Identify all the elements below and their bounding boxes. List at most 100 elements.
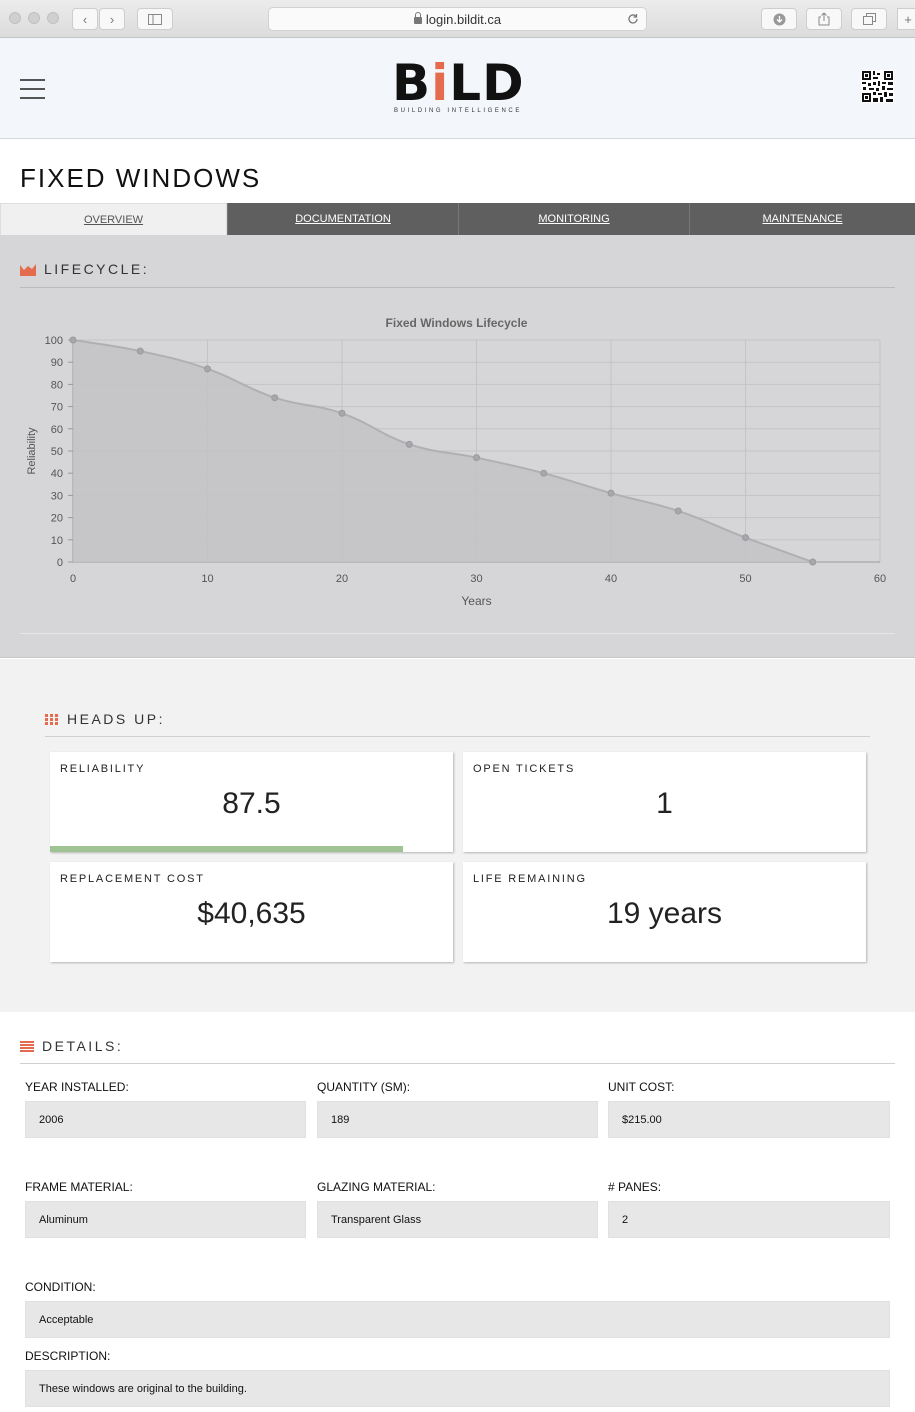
y-tick-label: 70 — [51, 402, 63, 414]
field-label: DESCRIPTION: — [25, 1349, 111, 1363]
y-axis-label: Reliability — [26, 427, 38, 475]
x-tick-label: 0 — [70, 573, 76, 585]
heads-up-heading: HEADS UP: — [45, 711, 165, 727]
page-title: FIXED WINDOWS — [20, 163, 262, 193]
reliability-progress-bar — [50, 846, 403, 852]
back-button[interactable]: ‹ — [72, 8, 98, 30]
y-tick-label: 90 — [51, 357, 63, 369]
menu-button[interactable] — [20, 79, 45, 99]
tab-monitoring[interactable]: MONITORING — [458, 203, 689, 235]
data-point — [338, 409, 346, 417]
logo-subtitle: BUILDING INTELLIGENCE — [394, 108, 522, 114]
frame-material-field[interactable]: Aluminum — [25, 1201, 306, 1238]
hamburger-icon-bar — [20, 88, 45, 90]
field-label: YEAR INSTALLED: — [25, 1080, 129, 1094]
card-label: LIFE REMAINING — [473, 873, 587, 885]
hamburger-icon-bar — [20, 97, 45, 99]
field-label: GLAZING MATERIAL: — [317, 1180, 436, 1194]
life-remaining-card[interactable]: LIFE REMAINING 19 years — [463, 862, 866, 962]
year-installed-field[interactable]: 2006 — [25, 1101, 306, 1138]
y-tick-label: 50 — [51, 446, 63, 458]
tab-maintenance[interactable]: MAINTENANCE — [689, 203, 915, 235]
tab-documentation[interactable]: DOCUMENTATION — [227, 203, 458, 235]
plus-icon: + — [904, 11, 912, 27]
y-tick-label: 20 — [51, 513, 63, 525]
card-value: 19 years — [606, 897, 723, 930]
reload-icon[interactable] — [627, 13, 639, 25]
quantity-field[interactable]: 189 — [317, 1101, 598, 1138]
details-heading-text: DETAILS: — [42, 1038, 124, 1054]
divider — [20, 1063, 895, 1064]
data-point — [271, 394, 279, 402]
y-tick-label: 100 — [45, 335, 63, 347]
details-section: DETAILS: YEAR INSTALLED: 2006 QUANTITY (… — [0, 1012, 915, 1412]
data-point — [136, 347, 144, 355]
lock-icon — [413, 12, 422, 24]
x-tick-label: 10 — [201, 573, 213, 585]
hamburger-icon — [20, 79, 45, 81]
unit-cost-field[interactable]: $215.00 — [608, 1101, 890, 1138]
download-icon — [773, 13, 785, 25]
field-label: QUANTITY (SM): — [317, 1080, 411, 1094]
glazing-material-field[interactable]: Transparent Glass — [317, 1201, 598, 1238]
x-tick-label: 60 — [874, 573, 886, 585]
logo-letter-accent: i — [431, 54, 450, 112]
x-tick-label: 30 — [470, 573, 482, 585]
minimize-window-dot[interactable] — [28, 12, 40, 24]
heads-up-section: HEADS UP: RELIABILITY 87.5 OPEN TICKETS … — [0, 659, 915, 1012]
reliability-card[interactable]: RELIABILITY 87.5 — [50, 752, 453, 852]
panes-field[interactable]: 2 — [608, 1201, 890, 1238]
share-icon — [818, 12, 830, 26]
divider — [20, 633, 895, 634]
field-label: CONDITION: — [25, 1280, 96, 1294]
logo[interactable]: BiLD BUILDING INTELLIGENCE — [392, 58, 524, 118]
tab-bar: OVERVIEW DOCUMENTATION MONITORING MAINTE… — [0, 203, 915, 235]
condition-field[interactable]: Acceptable — [25, 1301, 890, 1338]
browser-toolbar: ‹ › login.bildit.ca + — [0, 0, 915, 38]
x-axis-label: Years — [461, 594, 491, 608]
address-bar[interactable]: login.bildit.ca — [268, 7, 647, 31]
share-button[interactable] — [806, 8, 842, 30]
logo-letter: B — [392, 54, 432, 112]
site-header: BiLD BUILDING INTELLIGENCE — [0, 38, 915, 139]
field-label: FRAME MATERIAL: — [25, 1180, 133, 1194]
card-value: $40,635 — [197, 897, 306, 930]
data-point — [809, 558, 817, 566]
tabs-overview-button[interactable] — [851, 8, 887, 30]
sidebar-button[interactable] — [137, 8, 173, 30]
x-tick-label: 50 — [739, 573, 751, 585]
open-tickets-card[interactable]: OPEN TICKETS 1 — [463, 752, 866, 852]
close-window-dot[interactable] — [9, 12, 21, 24]
details-heading: DETAILS: — [20, 1038, 123, 1054]
url-text: login.bildit.ca — [425, 12, 502, 27]
qr-code-icon[interactable] — [861, 70, 894, 103]
y-tick-label: 30 — [51, 490, 63, 502]
card-label: RELIABILITY — [60, 763, 146, 775]
y-tick-label: 10 — [51, 535, 63, 547]
y-tick-label: 40 — [51, 468, 63, 480]
data-point — [473, 454, 480, 462]
replacement-cost-card[interactable]: REPLACEMENT COST $40,635 — [50, 862, 453, 962]
chevron-right-icon: › — [109, 11, 115, 27]
zoom-window-dot[interactable] — [47, 12, 59, 24]
data-point — [69, 336, 77, 344]
y-tick-label: 80 — [51, 379, 63, 391]
tab-overview[interactable]: OVERVIEW — [0, 203, 227, 235]
description-field[interactable]: These windows are original to the buildi… — [25, 1370, 890, 1407]
grid-icon — [45, 713, 58, 725]
card-value: 87.5 — [222, 787, 281, 820]
field-label: # PANES: — [608, 1180, 662, 1194]
card-value: 1 — [656, 787, 673, 820]
data-point — [607, 489, 615, 497]
downloads-button[interactable] — [761, 8, 797, 30]
field-label: UNIT COST: — [608, 1080, 675, 1094]
forward-button[interactable]: › — [99, 8, 125, 30]
card-label: REPLACEMENT COST — [60, 873, 205, 885]
list-icon — [20, 1040, 34, 1052]
lifecycle-section: LIFECYCLE: 0 10 20 30 40 50 60 70 80 90 100 0 10 20 30… — [0, 235, 915, 658]
logo-letter: LD — [449, 54, 525, 112]
new-tab-button[interactable]: + — [897, 8, 915, 30]
y-tick-label: 0 — [57, 557, 63, 569]
tabs-icon — [862, 13, 876, 25]
chevron-left-icon: ‹ — [82, 11, 88, 27]
